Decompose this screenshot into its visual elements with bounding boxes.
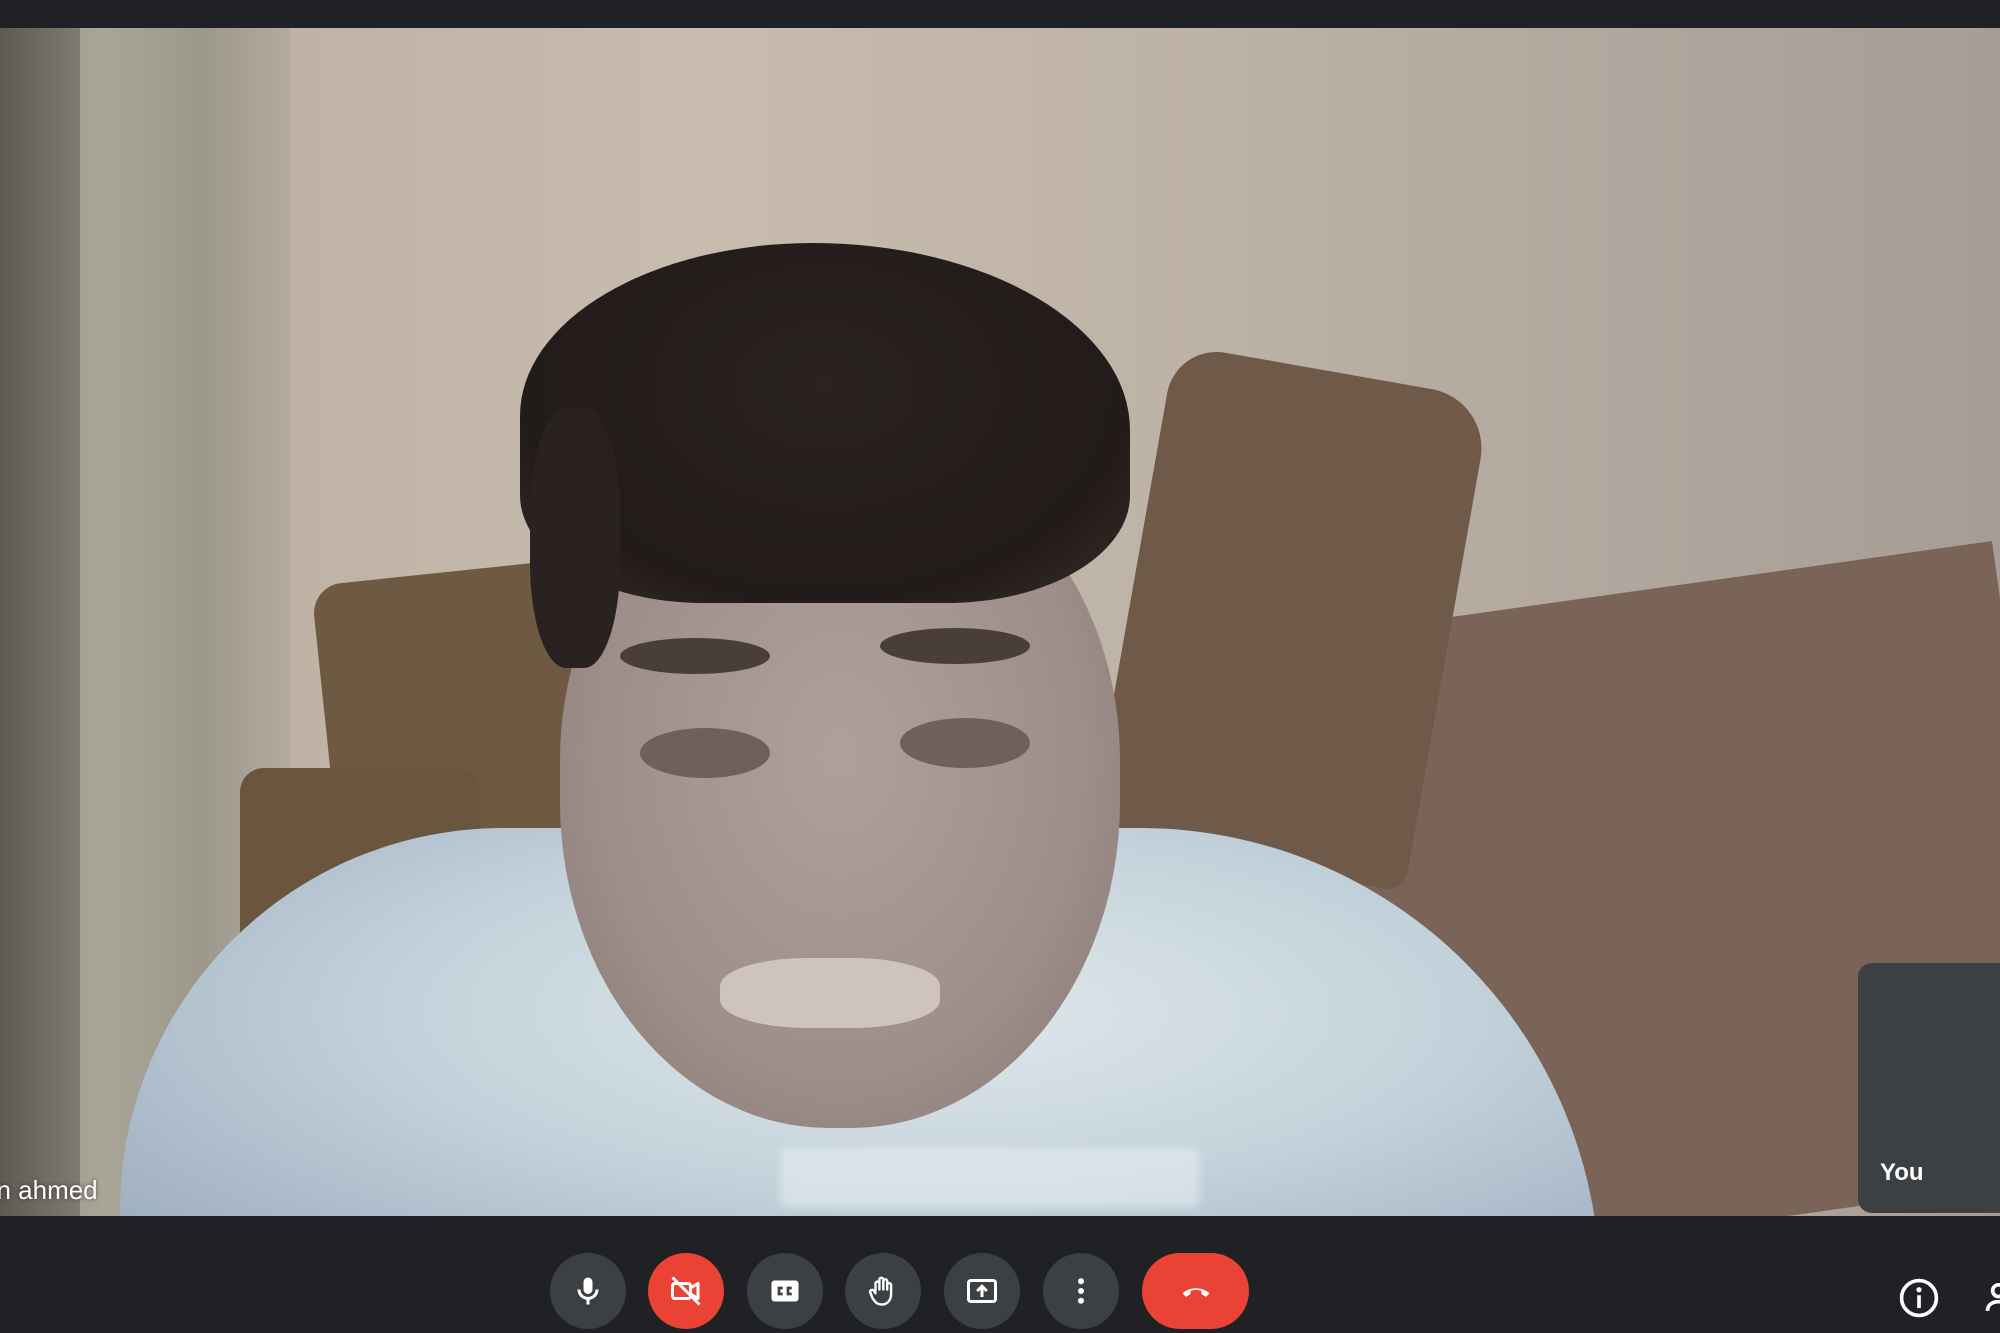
meeting-details-button[interactable]: [1892, 1272, 1946, 1326]
self-view-tile[interactable]: You: [1858, 963, 2000, 1213]
microphone-icon: [577, 1277, 599, 1305]
raise-hand-button[interactable]: [845, 1253, 921, 1329]
call-controls-bar: [0, 1216, 2000, 1333]
video-person-mouth: [720, 958, 940, 1028]
main-video-feed: en ahmed You: [0, 28, 2000, 1216]
captions-icon: [771, 1280, 799, 1302]
present-screen-icon: [967, 1279, 997, 1303]
hand-icon: [868, 1276, 893, 1306]
video-person-eye-left: [640, 728, 770, 778]
people-icon: [1985, 1282, 2000, 1311]
video-person-eye-right: [900, 718, 1030, 768]
video-person-hair-side: [530, 408, 620, 668]
present-now-button[interactable]: [944, 1253, 1020, 1329]
video-person-brow-left: [620, 638, 770, 674]
video-curtain-shadow: [0, 28, 80, 1216]
top-bar: [0, 0, 2000, 28]
self-view-label: You: [1880, 1159, 1924, 1186]
camera-toggle-button[interactable]: [648, 1253, 724, 1329]
more-options-button[interactable]: [1043, 1253, 1119, 1329]
info-icon: [1899, 1278, 1939, 1317]
end-call-icon: [1182, 1288, 1209, 1297]
video-person-brow-right: [880, 628, 1030, 664]
participant-name-label: en ahmed: [0, 1175, 98, 1205]
camera-off-icon: [671, 1276, 701, 1306]
captions-button[interactable]: [747, 1253, 823, 1329]
microphone-button[interactable]: [550, 1253, 626, 1329]
video-shirt-print: [780, 1148, 1200, 1208]
leave-call-button[interactable]: [1142, 1253, 1249, 1329]
people-button[interactable]: [1982, 1272, 2000, 1326]
more-vert-icon: [1078, 1278, 1084, 1304]
